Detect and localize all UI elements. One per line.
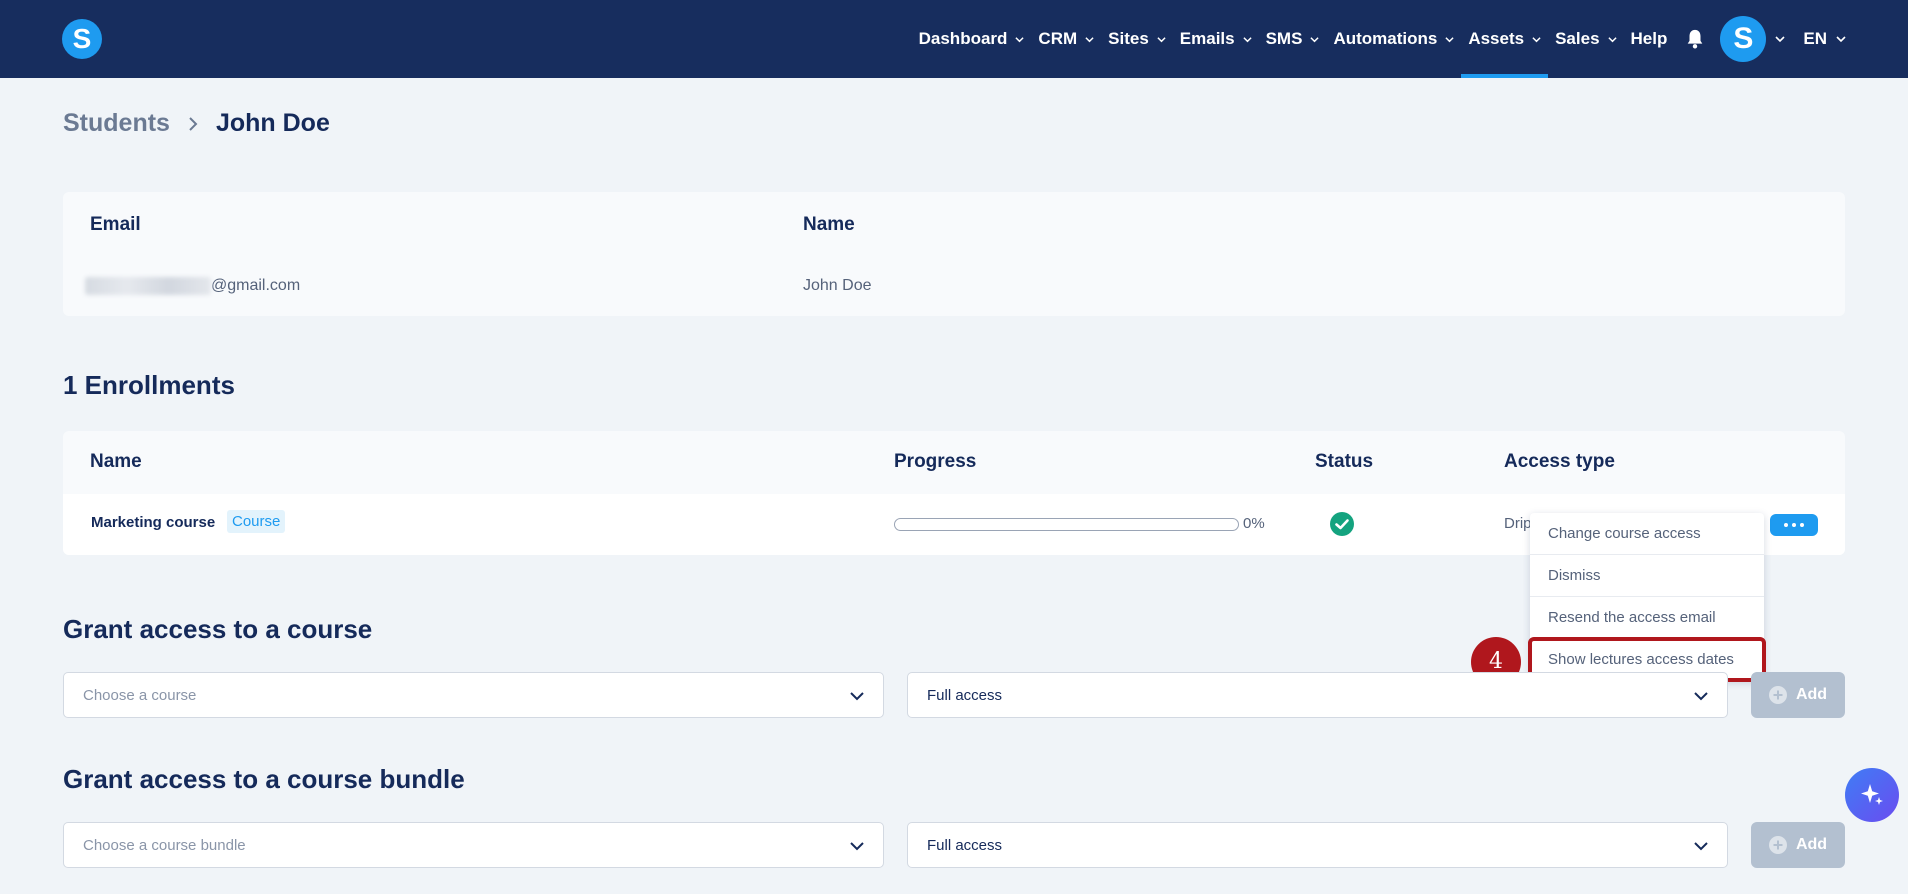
nav-label: CRM	[1038, 29, 1078, 48]
add-bundle-button[interactable]: Add	[1751, 822, 1845, 868]
nav-label: Emails	[1179, 29, 1235, 48]
chevron-down-icon	[1015, 36, 1025, 42]
nav-label: Sales	[1555, 29, 1600, 48]
bundle-select[interactable]: Choose a course bundle	[63, 822, 884, 868]
chevron-down-icon	[1607, 36, 1617, 42]
language-label: EN	[1803, 29, 1827, 48]
plus-circle-icon	[1768, 836, 1787, 854]
enrollments-title: 1 Enrollments	[63, 370, 235, 400]
page-title: John Doe	[215, 109, 330, 137]
name-value: John Doe	[803, 277, 872, 294]
bundle-access-type-select[interactable]: Full access	[907, 822, 1728, 868]
ai-assistant-button[interactable]	[1845, 768, 1899, 822]
row-actions-menu: Change course access Dismiss Resend the …	[1530, 513, 1764, 681]
nav-item-help[interactable]: Help	[1624, 0, 1675, 78]
chevron-down-icon	[1775, 36, 1785, 43]
bundle-access-type-value: Full access	[927, 837, 1003, 854]
menu-item-change-course-access[interactable]: Change course access	[1530, 513, 1764, 555]
course-access-type-value: Full access	[927, 687, 1003, 704]
redacted-email-prefix	[85, 277, 211, 295]
email-value: @gmail.com	[85, 277, 300, 295]
column-header-status: Status	[1315, 451, 1374, 472]
course-name-link[interactable]: Marketing course	[91, 514, 215, 531]
nav-item-assets[interactable]: Assets	[1461, 0, 1548, 78]
column-header-progress: Progress	[894, 451, 977, 472]
chevron-down-icon	[1445, 36, 1454, 42]
course-select-placeholder: Choose a course	[83, 687, 197, 704]
chevron-down-icon	[1532, 36, 1541, 42]
add-label: Add	[1795, 686, 1828, 703]
dot	[1792, 523, 1796, 527]
chevron-down-icon	[1242, 36, 1252, 42]
plus-circle-icon	[1768, 686, 1787, 704]
app-logo[interactable]: S	[62, 19, 102, 59]
chevron-down-icon	[1694, 842, 1708, 851]
bell-icon[interactable]	[1684, 28, 1706, 50]
chevron-right-icon	[189, 116, 198, 131]
avatar: S	[1720, 16, 1767, 62]
nav-item-sites[interactable]: Sites	[1101, 0, 1173, 78]
sparkle-icon	[1861, 784, 1883, 805]
bundle-select-placeholder: Choose a course bundle	[83, 837, 246, 854]
email-domain: @gmail.com	[211, 277, 301, 295]
course-type-badge: Course	[227, 510, 286, 533]
chevron-down-icon	[1157, 36, 1166, 42]
menu-item-resend-access-email[interactable]: Resend the access email	[1530, 597, 1764, 639]
chevron-down-icon	[850, 692, 864, 701]
nav-label: Help	[1630, 29, 1668, 48]
table-header: Name Progress Status Access type	[63, 431, 1845, 494]
breadcrumb-students-link[interactable]: Students	[63, 109, 170, 138]
grant-course-title: Grant access to a course	[63, 614, 373, 644]
student-info-card: Email Name @gmail.com John Doe	[63, 192, 1845, 316]
nav-label: Sites	[1108, 29, 1149, 48]
nav-label: Dashboard	[918, 29, 1008, 48]
course-access-type-select[interactable]: Full access	[907, 672, 1728, 718]
name-label: Name	[803, 214, 855, 235]
progress-percent: 0%	[1243, 515, 1265, 532]
nav-item-crm[interactable]: CRM	[1031, 0, 1101, 78]
add-course-button[interactable]: Add	[1751, 672, 1845, 718]
nav-item-sales[interactable]: Sales	[1548, 0, 1623, 78]
email-label: Email	[90, 214, 141, 235]
chevron-down-icon	[850, 842, 864, 851]
nav-item-sms[interactable]: SMS	[1259, 0, 1327, 78]
chevron-down-icon	[1836, 36, 1846, 43]
nav-label: Assets	[1468, 29, 1525, 48]
grant-bundle-title: Grant access to a course bundle	[63, 764, 465, 794]
nav-item-automations[interactable]: Automations	[1326, 0, 1461, 78]
progress-bar	[894, 518, 1239, 531]
add-label: Add	[1795, 836, 1828, 853]
language-selector[interactable]: EN	[1803, 29, 1846, 49]
top-nav-bar: S Dashboard CRM Sites Emails SMS Automat…	[0, 0, 1908, 78]
main-nav: Dashboard CRM Sites Emails SMS Automatio…	[912, 0, 1908, 78]
chevron-down-icon	[1085, 36, 1094, 42]
column-header-name: Name	[90, 451, 142, 472]
nav-item-emails[interactable]: Emails	[1173, 0, 1259, 78]
nav-item-dashboard[interactable]: Dashboard	[912, 0, 1032, 78]
course-select[interactable]: Choose a course	[63, 672, 884, 718]
check-circle-icon	[1330, 512, 1354, 536]
dot	[1800, 523, 1804, 527]
menu-item-dismiss[interactable]: Dismiss	[1530, 555, 1764, 597]
nav-label: Automations	[1333, 29, 1438, 48]
access-type-value: Drip	[1504, 515, 1532, 532]
nav-label: SMS	[1265, 29, 1303, 48]
column-header-access-type: Access type	[1504, 451, 1615, 472]
dot	[1784, 523, 1788, 527]
chevron-down-icon	[1310, 36, 1320, 42]
user-menu[interactable]: S	[1720, 16, 1785, 62]
breadcrumb: Students John Doe	[63, 109, 330, 138]
chevron-down-icon	[1694, 692, 1708, 701]
row-more-actions-button[interactable]	[1770, 514, 1818, 536]
